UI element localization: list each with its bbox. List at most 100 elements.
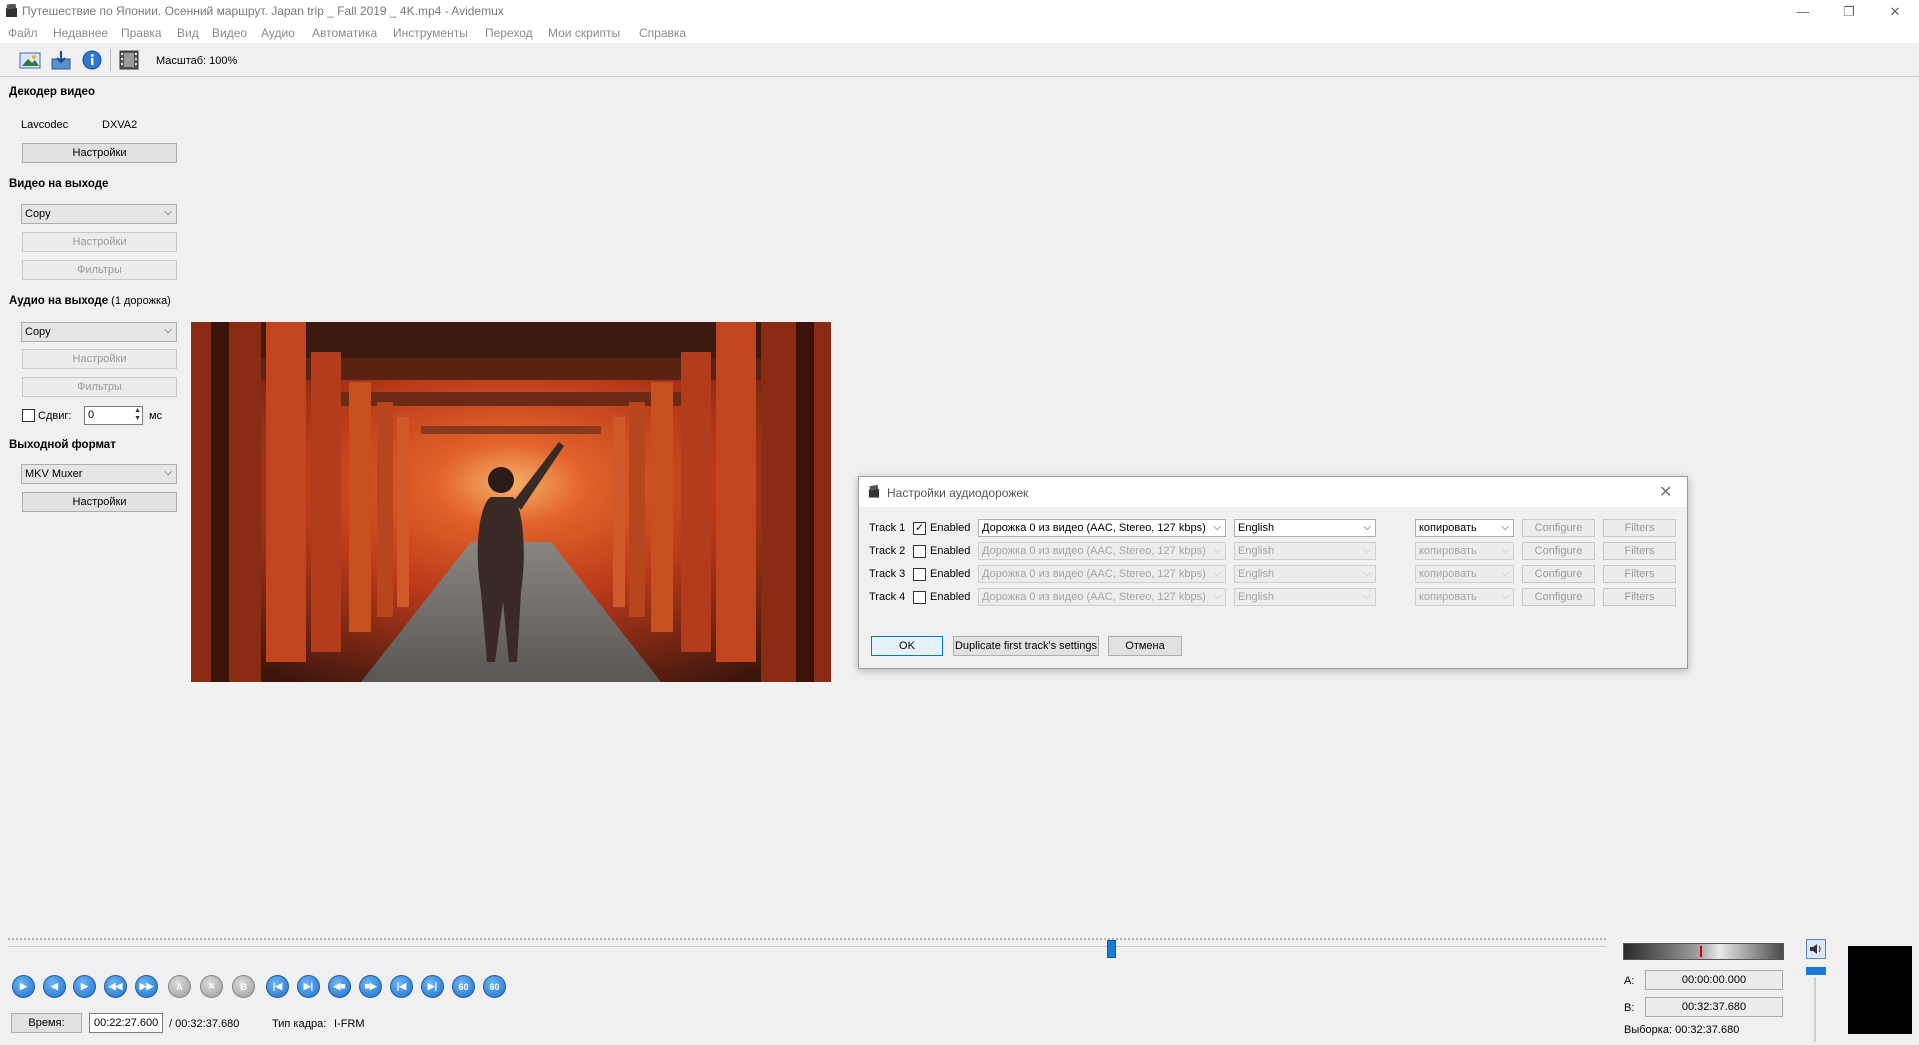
track-language-select[interactable]: English ⌵ <box>1234 542 1376 560</box>
first-frame-button[interactable]: |◀ <box>390 975 413 998</box>
muxer-settings-button[interactable]: Настройки <box>22 492 177 512</box>
track-configure-button[interactable]: Configure <box>1522 542 1595 560</box>
menu-scripts[interactable]: Мои скрипты <box>548 26 620 40</box>
total-time-label: / 00:32:37.680 <box>169 1018 240 1030</box>
goto-marker-a-button[interactable]: |◀ <box>266 975 289 998</box>
track-language-select-value: English <box>1238 568 1275 580</box>
ok-button[interactable]: OK <box>871 636 943 656</box>
menu-file[interactable]: Файл <box>8 26 38 40</box>
audio-filters-button[interactable]: Фильтры <box>22 377 177 397</box>
menu-help[interactable]: Справка <box>639 26 686 40</box>
video-codec-select[interactable]: Copy ⌵ <box>21 204 177 224</box>
window-title: Путешествие по Японии. Осенний маршрут. … <box>22 4 504 18</box>
volume-slider-track[interactable] <box>1814 977 1816 1042</box>
chevron-down-icon: ⌵ <box>1363 545 1371 556</box>
menu-recent[interactable]: Недавнее <box>53 26 108 40</box>
menu-bar: Файл Недавнее Правка Вид Видео Аудио Авт… <box>0 23 1919 43</box>
track-filters-button[interactable]: Filters <box>1603 519 1676 537</box>
open-file-icon[interactable] <box>19 50 41 70</box>
decoder-section-title: Декодер видео <box>9 86 95 98</box>
close-button[interactable]: ✕ <box>1872 0 1918 23</box>
track-filters-button[interactable]: Filters <box>1603 588 1676 606</box>
menu-tools[interactable]: Инструменты <box>393 26 468 40</box>
restore-button[interactable]: ❐ <box>1826 0 1872 23</box>
previous-frame-button[interactable]: ◀ <box>43 975 66 998</box>
chevron-down-icon: ⌵ <box>1363 591 1371 602</box>
audio-shift-checkbox[interactable] <box>22 409 35 422</box>
chevron-down-icon: ⌵ <box>1501 591 1509 602</box>
video-settings-button[interactable]: Настройки <box>22 232 177 252</box>
menu-auto[interactable]: Автоматика <box>312 26 377 40</box>
film-icon[interactable] <box>118 50 140 70</box>
menu-view[interactable]: Вид <box>177 26 199 40</box>
next-frame-button[interactable]: ▶ <box>73 975 96 998</box>
speaker-toggle-button[interactable] <box>1806 939 1826 959</box>
zoom-label: Масштаб: 100% <box>156 55 238 67</box>
audio-codec-select[interactable]: Copy ⌵ <box>21 322 177 342</box>
set-marker-a-button[interactable]: A <box>168 975 191 998</box>
menu-edit[interactable]: Правка <box>121 26 162 40</box>
track-codec-select-value: копировать <box>1419 591 1477 603</box>
video-preview <box>191 322 831 682</box>
back-60s-button[interactable]: 60 <box>452 975 475 998</box>
track-codec-select-value: копировать <box>1419 522 1477 534</box>
track-language-select[interactable]: English ⌵ <box>1234 565 1376 583</box>
track-codec-select[interactable]: копировать ⌵ <box>1415 565 1514 583</box>
volume-slider-thumb[interactable] <box>1806 967 1826 975</box>
track-source-select[interactable]: Дорожка 0 из видео (AAC, Stereo, 127 kbp… <box>978 565 1226 583</box>
track-codec-select[interactable]: копировать ⌵ <box>1415 588 1514 606</box>
track-configure-button[interactable]: Configure <box>1522 565 1595 583</box>
audio-settings-button[interactable]: Настройки <box>22 349 177 369</box>
spin-arrows-icon[interactable]: ▲ ▼ <box>134 407 141 423</box>
track-enabled-checkbox[interactable]: ✓ <box>913 522 926 535</box>
audio-shift-spinbox[interactable]: 0 ▲ ▼ <box>84 406 143 425</box>
menu-go[interactable]: Переход <box>485 26 533 40</box>
previous-keyframe-button[interactable]: ◀◀ <box>104 975 127 998</box>
track-source-select[interactable]: Дорожка 0 из видео (AAC, Stereo, 127 kbp… <box>978 588 1226 606</box>
track-language-select[interactable]: English ⌵ <box>1234 588 1376 606</box>
track-label: Track 1 <box>869 522 906 534</box>
dialog-close-button[interactable]: ✕ <box>1659 482 1672 502</box>
set-marker-b-button[interactable]: B <box>232 975 255 998</box>
decoder-settings-button[interactable]: Настройки <box>22 143 177 163</box>
clear-markers-button[interactable]: ✕ <box>200 975 223 998</box>
next-black-frame-button[interactable]: ■▶ <box>359 975 382 998</box>
track-filters-button[interactable]: Filters <box>1603 542 1676 560</box>
track-source-select-value: Дорожка 0 из видео (AAC, Stereo, 127 kbp… <box>982 591 1206 603</box>
track-language-select[interactable]: English ⌵ <box>1234 519 1376 537</box>
timeline-thumb[interactable] <box>1106 940 1116 958</box>
track-configure-button[interactable]: Configure <box>1522 588 1595 606</box>
previous-black-frame-button[interactable]: ◀■ <box>328 975 351 998</box>
track-codec-select[interactable]: копировать ⌵ <box>1415 519 1514 537</box>
last-frame-button[interactable]: ▶| <box>421 975 444 998</box>
track-source-select[interactable]: Дорожка 0 из видео (AAC, Stereo, 127 kbp… <box>978 542 1226 560</box>
chevron-down-icon: ⌵ <box>1363 522 1371 533</box>
duplicate-settings-button[interactable]: Duplicate first track's settings <box>953 636 1099 656</box>
track-enabled-checkbox[interactable] <box>913 591 926 604</box>
track-source-select[interactable]: Дорожка 0 из видео (AAC, Stereo, 127 kbp… <box>978 519 1226 537</box>
track-configure-button[interactable]: Configure <box>1522 519 1595 537</box>
save-icon[interactable] <box>50 50 72 70</box>
track-filters-button[interactable]: Filters <box>1603 565 1676 583</box>
last-frame-icon: ▶| <box>427 981 438 991</box>
muxer-select[interactable]: MKV Muxer ⌵ <box>21 464 177 484</box>
video-filters-button[interactable]: Фильтры <box>22 260 177 280</box>
track-enabled-checkbox[interactable] <box>913 568 926 581</box>
track-enabled-checkbox[interactable] <box>913 545 926 558</box>
play-button[interactable]: ▶ <box>12 975 35 998</box>
minimize-button[interactable]: — <box>1780 0 1826 23</box>
track-source-select-value: Дорожка 0 из видео (AAC, Stereo, 127 kbp… <box>982 568 1206 580</box>
goto-marker-b-button[interactable]: ▶| <box>297 975 320 998</box>
cancel-button[interactable]: Отмена <box>1108 636 1182 656</box>
menu-video[interactable]: Видео <box>212 26 247 40</box>
chevron-down-icon: ⌵ <box>1501 522 1509 533</box>
menu-audio[interactable]: Аудио <box>261 26 295 40</box>
track-codec-select[interactable]: копировать ⌵ <box>1415 542 1514 560</box>
next-keyframe-button[interactable]: ▶▶ <box>135 975 158 998</box>
time-label-button[interactable]: Время: <box>11 1013 82 1033</box>
black-frame-next-icon: ■▶ <box>364 981 377 991</box>
current-time-field[interactable]: 00:22:27.600 <box>89 1013 163 1033</box>
info-icon[interactable] <box>81 50 103 70</box>
timeline-slider[interactable] <box>8 938 1606 950</box>
forward-60s-button[interactable]: 60 <box>483 975 506 998</box>
